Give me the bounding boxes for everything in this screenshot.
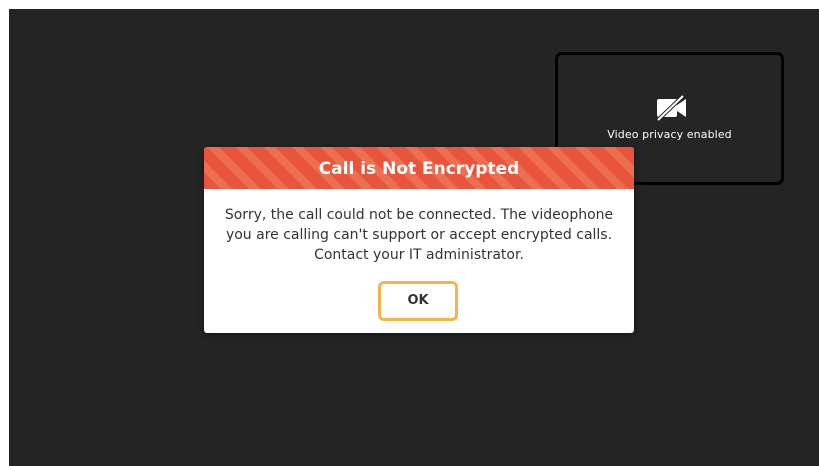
dialog-message: Sorry, the call could not be connected. …	[224, 207, 614, 263]
video-camera-off-icon	[654, 94, 690, 122]
video-privacy-label: Video privacy enabled	[607, 128, 732, 141]
encryption-error-dialog: Call is Not Encrypted Sorry, the call co…	[204, 147, 634, 333]
video-screen: Video privacy enabled Call is Not Encryp…	[9, 9, 819, 466]
dialog-title: Call is Not Encrypted	[318, 159, 520, 179]
ok-button[interactable]: OK	[378, 281, 458, 321]
